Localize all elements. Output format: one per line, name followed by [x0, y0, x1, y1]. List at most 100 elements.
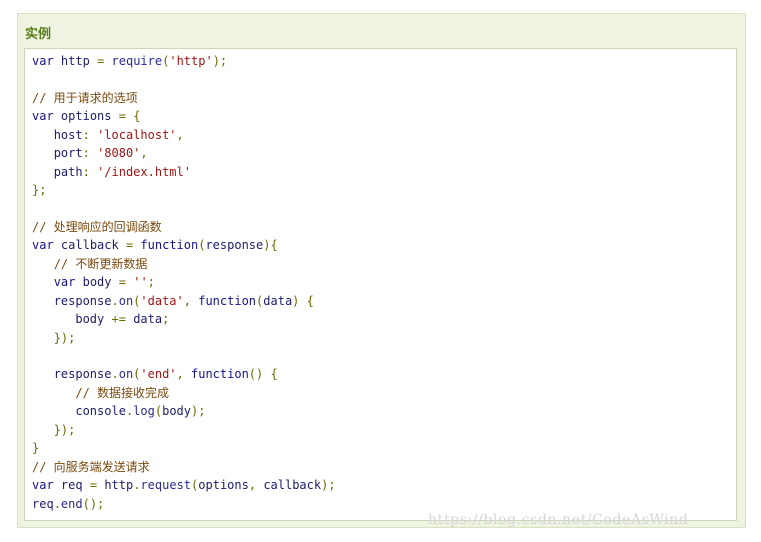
- code-token: response: [53, 293, 112, 308]
- code-token: require: [111, 54, 163, 68]
- code-token: end: [60, 496, 83, 511]
- code-token: (: [154, 404, 163, 419]
- code-token: var: [53, 275, 76, 290]
- code-token: body: [75, 312, 105, 327]
- code-token: 'end': [140, 367, 177, 382]
- code-line: response.on('end', function() {: [32, 365, 336, 383]
- code-token: 'data': [140, 293, 184, 308]
- code-line: body += data;: [32, 310, 336, 328]
- code-token: // 处理响应的回调函数: [32, 219, 162, 234]
- code-token: callback: [263, 478, 322, 493]
- code-line: var req = http.request(options, callback…: [32, 476, 336, 494]
- code-token: };: [32, 183, 47, 198]
- code-token: function: [191, 367, 249, 382]
- code-token: ,: [248, 478, 257, 493]
- code-token: :: [82, 127, 90, 142]
- code-line: // 向服务端发送请求: [32, 458, 336, 476]
- code-token: port: [53, 146, 83, 161]
- code-token: ,: [176, 367, 184, 382]
- code-token: ;: [162, 312, 170, 327]
- code-line: var body = '';: [32, 273, 336, 291]
- code-token: .: [111, 367, 119, 382]
- code-token: http: [104, 478, 134, 493]
- code-line: var options = {: [32, 107, 336, 125]
- code-token: data: [263, 293, 293, 308]
- code-token: path: [53, 164, 83, 179]
- code-token: +=: [111, 312, 126, 327]
- code-token: function: [140, 238, 199, 253]
- code-line: path: '/index.html': [32, 163, 336, 181]
- code-token: '/index.html': [97, 164, 191, 179]
- code-token: :: [82, 146, 90, 161]
- code-token: http: [60, 54, 90, 68]
- code-token: ();: [82, 496, 105, 511]
- code-line: // 不断更新数据: [32, 255, 336, 273]
- code-line: console.log(body);: [32, 402, 336, 420]
- code-token: });: [53, 330, 76, 345]
- code-token: // 数据接收完成: [75, 385, 170, 400]
- code-line: // 数据接收完成: [32, 384, 336, 402]
- panel-title: 实例: [25, 27, 52, 42]
- code-line: req.end();: [32, 495, 336, 513]
- code-token: body: [82, 275, 112, 290]
- code-token: var: [32, 54, 54, 68]
- code-token: 'http': [169, 54, 213, 68]
- code-line: };: [32, 181, 336, 199]
- code-token: on: [118, 293, 134, 308]
- code-token: =: [89, 478, 98, 493]
- code-token: // 不断更新数据: [53, 256, 148, 271]
- example-panel: 实例 var http = require ( 'http'); // 用于请求的选项…: [17, 13, 746, 528]
- code-token: // 向服务端发送请求: [32, 459, 150, 474]
- code-token: '': [133, 275, 148, 290]
- code-lines: var http = require ( 'http'); // 用于请求的选项 var…: [32, 52, 336, 513]
- code-line: host: 'localhost',: [32, 126, 336, 144]
- code-token: on: [118, 367, 134, 382]
- code-token: ,: [183, 293, 191, 308]
- code-line: // 处理响应的回调函数: [32, 218, 336, 236]
- code-token: var: [32, 478, 54, 493]
- code-token: .: [53, 496, 61, 511]
- code-token: {: [133, 109, 141, 124]
- code-token: req: [32, 496, 54, 511]
- code-token: log: [133, 404, 155, 419]
- code-token: data: [133, 312, 163, 327]
- code-token: function: [198, 293, 257, 308]
- code-block: var http = require ( 'http'); // 用于请求的选项 var…: [24, 48, 737, 521]
- code-token: callback: [60, 238, 119, 253]
- code-token: '8080': [97, 146, 141, 161]
- code-token: 'localhost': [97, 127, 177, 142]
- code-token: // 用于请求的选项: [32, 90, 138, 105]
- code-token: req: [60, 478, 83, 493]
- code-token: =: [118, 275, 126, 290]
- code-token: response: [53, 367, 112, 382]
- code-token: );: [212, 54, 228, 68]
- code-token: options: [60, 109, 112, 124]
- code-token: =: [118, 109, 126, 124]
- code-line: var callback = function(response){: [32, 236, 336, 254]
- code-token: });: [53, 422, 76, 437]
- code-token: {: [306, 293, 314, 308]
- watermark: https://blog.csdn.net/CodeAsWind: [428, 512, 689, 528]
